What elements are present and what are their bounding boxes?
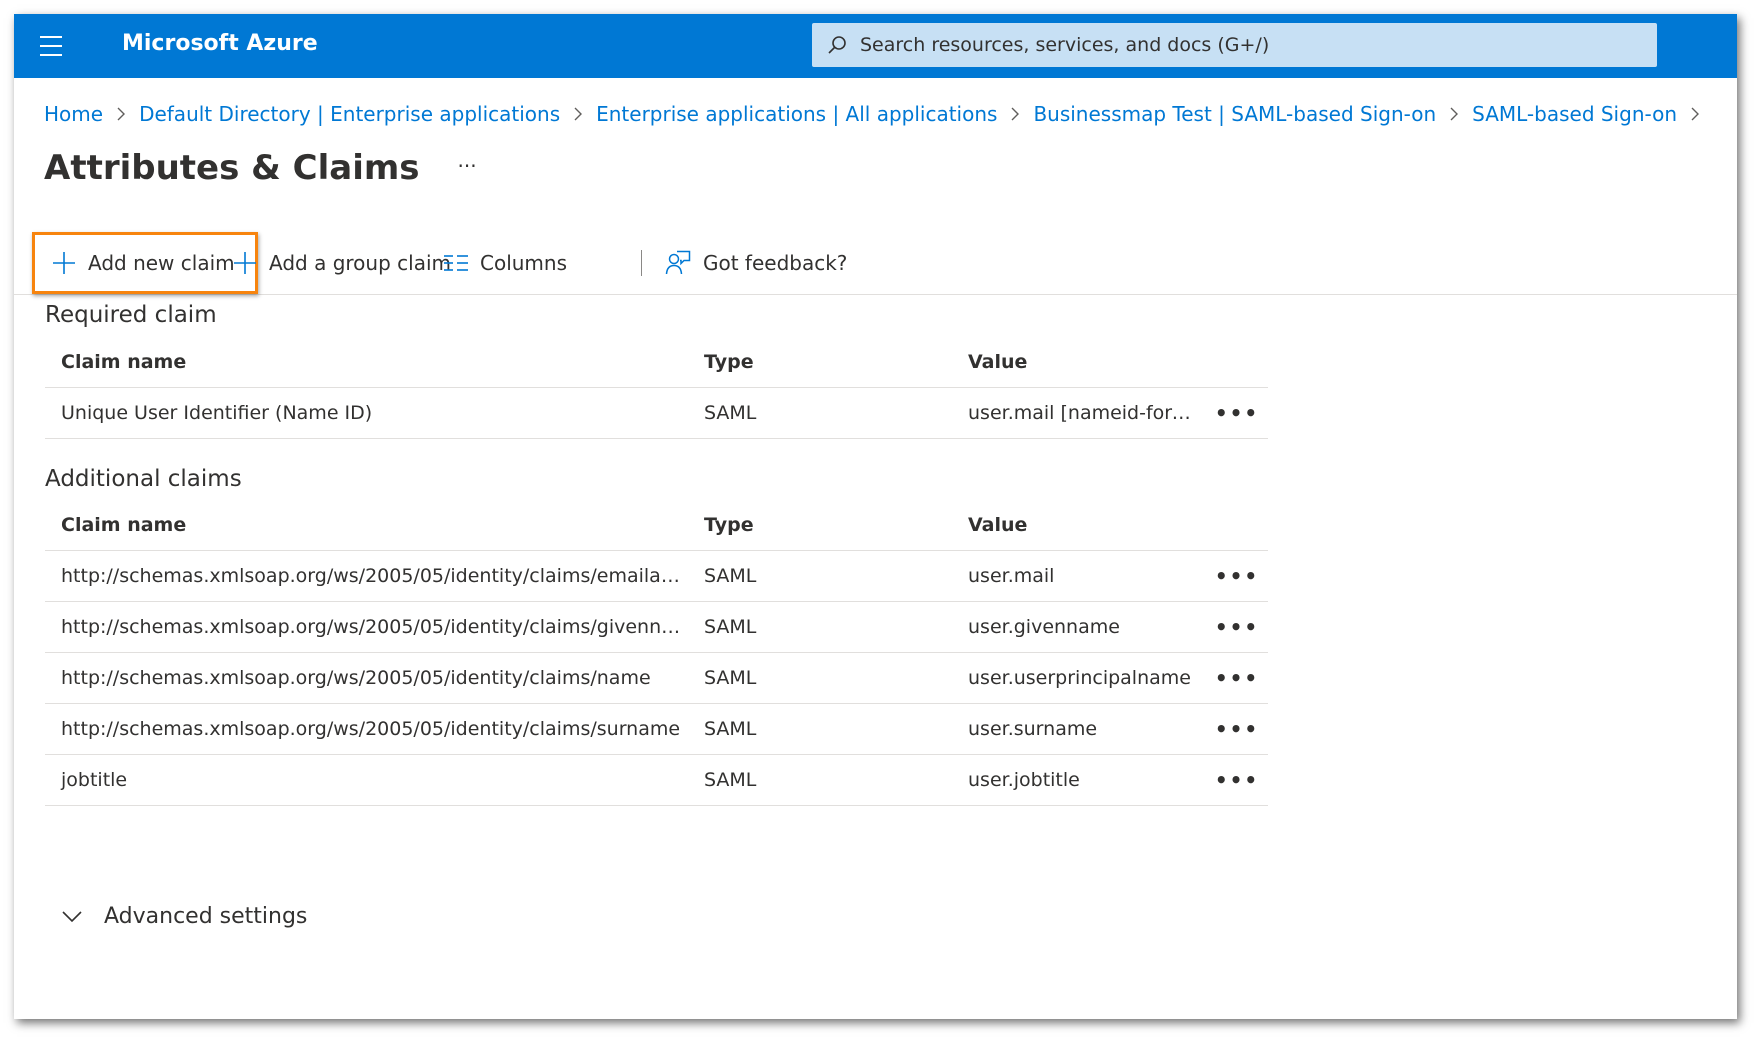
row-more-button[interactable]: ••• bbox=[1215, 615, 1259, 639]
claim-name-cell: http://schemas.xmlsoap.org/ws/2005/05/id… bbox=[45, 601, 688, 653]
plus-icon bbox=[234, 252, 256, 274]
column-header-value[interactable]: Value bbox=[952, 500, 1206, 551]
claim-type-cell: SAML bbox=[688, 601, 952, 653]
feedback-button[interactable]: Got feedback? bbox=[665, 232, 847, 294]
claim-type-cell: SAML bbox=[688, 703, 952, 755]
claim-name-cell: http://schemas.xmlsoap.org/ws/2005/05/id… bbox=[45, 550, 688, 602]
column-header-type[interactable]: Type bbox=[688, 500, 952, 551]
plus-icon bbox=[53, 252, 75, 274]
table-row[interactable]: http://schemas.xmlsoap.org/ws/2005/05/id… bbox=[45, 601, 1268, 653]
brand-title[interactable]: Microsoft Azure bbox=[122, 31, 318, 56]
claim-type-cell: SAML bbox=[688, 550, 952, 602]
column-header-value[interactable]: Value bbox=[952, 337, 1206, 388]
feedback-icon bbox=[665, 250, 691, 275]
claim-type-cell: SAML bbox=[688, 754, 952, 806]
chevron-right-icon bbox=[116, 107, 126, 121]
advanced-settings-label: Advanced settings bbox=[104, 904, 308, 929]
title-row: Attributes & Claims ··· bbox=[44, 148, 477, 188]
claim-type-cell: SAML bbox=[688, 652, 952, 704]
add-new-claim-label: Add new claim bbox=[88, 251, 235, 275]
hamburger-menu-icon[interactable] bbox=[40, 36, 62, 56]
chevron-down-icon bbox=[62, 910, 82, 922]
required-claim-table: Claim name Type Value Unique User Identi… bbox=[45, 337, 1268, 439]
table-row[interactable]: Unique User Identifier (Name ID) SAML us… bbox=[45, 387, 1268, 439]
breadcrumb-businessmap-test[interactable]: Businessmap Test | SAML-based Sign-on bbox=[1033, 102, 1436, 126]
claim-name-cell: jobtitle bbox=[45, 754, 688, 806]
top-bar: Microsoft Azure bbox=[14, 14, 1737, 78]
claim-value-cell: user.surname bbox=[952, 703, 1206, 755]
breadcrumb-home[interactable]: Home bbox=[44, 102, 103, 126]
table-row[interactable]: http://schemas.xmlsoap.org/ws/2005/05/id… bbox=[45, 550, 1268, 602]
column-header-claim-name[interactable]: Claim name bbox=[45, 500, 688, 551]
feedback-label: Got feedback? bbox=[703, 251, 848, 275]
additional-claims-table: Claim name Type Value http://schemas.xml… bbox=[45, 500, 1268, 806]
chevron-right-icon bbox=[1690, 107, 1700, 121]
breadcrumb-saml-sign-on[interactable]: SAML-based Sign-on bbox=[1472, 102, 1677, 126]
row-more-button[interactable]: ••• bbox=[1215, 666, 1259, 690]
column-header-type[interactable]: Type bbox=[688, 337, 952, 388]
search-input[interactable] bbox=[858, 33, 1642, 57]
row-more-button[interactable]: ••• bbox=[1215, 401, 1259, 425]
additional-claims-heading: Additional claims bbox=[45, 466, 242, 492]
more-options-button[interactable]: ··· bbox=[458, 154, 477, 178]
advanced-settings-toggle[interactable]: Advanced settings bbox=[62, 904, 307, 929]
add-group-claim-label: Add a group claim bbox=[269, 251, 451, 275]
add-group-claim-button[interactable]: Add a group claim bbox=[233, 232, 451, 294]
columns-icon bbox=[444, 255, 468, 271]
global-search[interactable] bbox=[812, 23, 1657, 67]
claim-value-cell: user.mail bbox=[952, 550, 1206, 602]
breadcrumb-enterprise-applications[interactable]: Enterprise applications | All applicatio… bbox=[596, 102, 997, 126]
table-header-row: Claim name Type Value bbox=[45, 500, 1268, 551]
command-bar: Add new claim Add a group claim Columns bbox=[14, 232, 1737, 295]
column-header-claim-name[interactable]: Claim name bbox=[45, 337, 688, 388]
table-row[interactable]: jobtitle SAML user.jobtitle ••• bbox=[45, 754, 1268, 806]
row-more-button[interactable]: ••• bbox=[1215, 564, 1259, 588]
chevron-right-icon bbox=[573, 107, 583, 121]
row-more-button[interactable]: ••• bbox=[1215, 768, 1259, 792]
claim-value-cell: user.givenname bbox=[952, 601, 1206, 653]
toolbar-divider bbox=[641, 250, 642, 276]
table-header-row: Claim name Type Value bbox=[45, 337, 1268, 388]
table-row[interactable]: http://schemas.xmlsoap.org/ws/2005/05/id… bbox=[45, 703, 1268, 755]
azure-window: Microsoft Azure Home Default Directory |… bbox=[14, 14, 1737, 1019]
search-icon bbox=[828, 36, 846, 54]
page-title: Attributes & Claims bbox=[44, 148, 420, 188]
required-claim-heading: Required claim bbox=[45, 302, 217, 328]
claim-value-cell: user.jobtitle bbox=[952, 754, 1206, 806]
claim-value-cell: user.mail [nameid-forma... bbox=[952, 387, 1206, 439]
breadcrumb-default-directory[interactable]: Default Directory | Enterprise applicati… bbox=[139, 102, 560, 126]
claim-type-cell: SAML bbox=[688, 387, 952, 439]
table-row[interactable]: http://schemas.xmlsoap.org/ws/2005/05/id… bbox=[45, 652, 1268, 704]
columns-label: Columns bbox=[480, 251, 568, 275]
claim-name-cell: http://schemas.xmlsoap.org/ws/2005/05/id… bbox=[45, 703, 688, 755]
claim-name-cell: Unique User Identifier (Name ID) bbox=[45, 387, 688, 439]
claim-value-cell: user.userprincipalname bbox=[952, 652, 1206, 704]
row-more-button[interactable]: ••• bbox=[1215, 717, 1259, 741]
chevron-right-icon bbox=[1010, 107, 1020, 121]
breadcrumb: Home Default Directory | Enterprise appl… bbox=[44, 102, 1713, 126]
add-new-claim-button[interactable]: Add new claim bbox=[52, 232, 235, 294]
columns-button[interactable]: Columns bbox=[444, 232, 567, 294]
claim-name-cell: http://schemas.xmlsoap.org/ws/2005/05/id… bbox=[45, 652, 688, 704]
chevron-right-icon bbox=[1449, 107, 1459, 121]
